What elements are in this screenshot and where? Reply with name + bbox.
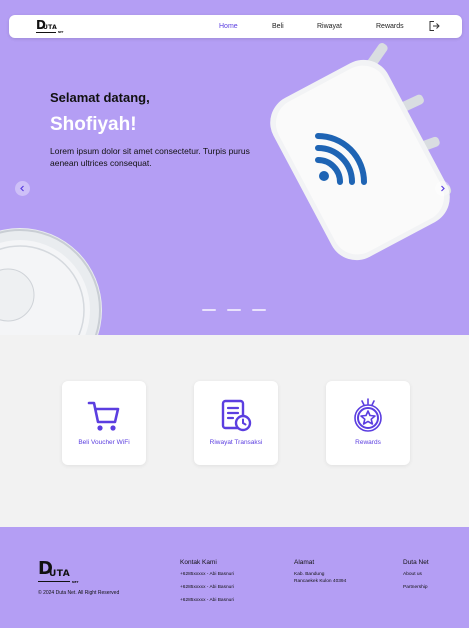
footer-logo-text: UTA [49, 569, 71, 579]
nav-riwayat[interactable]: Riwayat [317, 23, 342, 31]
carousel-dot-3[interactable] [252, 309, 266, 311]
top-navbar: D UTA NET Home Beli Riwayat Rewards [9, 15, 462, 38]
hero-description: Lorem ipsum dolor sit amet consectetur. … [50, 146, 250, 168]
footer-link-about[interactable]: About us [403, 572, 422, 578]
card-label: Riwayat Transaksi [209, 439, 263, 446]
nav-rewards[interactable]: Rewards [376, 23, 404, 31]
history-document-icon [221, 399, 252, 432]
logout-icon[interactable] [428, 20, 440, 32]
card-label: Beli Voucher WiFi [78, 439, 130, 446]
footer-contact-item[interactable]: +6285xxxxx - Abi Basnuri [180, 598, 234, 604]
carousel-prev-button[interactable] [15, 181, 30, 196]
footer-logo-subtext: NET [72, 580, 79, 584]
card-rewards[interactable]: Rewards [326, 381, 410, 465]
footer-contact-item[interactable]: +6285xxxxx - Abi Basnuri [180, 585, 234, 591]
hero-greeting: Selamat datang, [50, 90, 150, 105]
footer-logo: D UTA NET [38, 558, 79, 584]
rewards-star-icon [354, 398, 382, 432]
chevron-right-icon [441, 185, 445, 192]
nav-home[interactable]: Home [219, 23, 238, 31]
wifi-router-image [270, 43, 452, 261]
logo-text: UTA [43, 24, 58, 31]
logo-subtext: NET [58, 31, 64, 34]
footer-contact-item[interactable]: +6285xxxxx - Abi Basnuri [180, 572, 234, 578]
footer-heading-dutanet: Duta Net [403, 559, 429, 566]
card-beli-voucher[interactable]: Beli Voucher WiFi [62, 381, 146, 465]
duta-net-logo[interactable]: D UTA NET [36, 19, 66, 34]
robot-vacuum-image [0, 228, 102, 335]
hero-user-name: Shofiyah! [50, 114, 137, 135]
footer-heading-kontak: Kontak Kami [180, 559, 217, 566]
hero-banner: Selamat datang, Shofiyah! Lorem ipsum do… [0, 0, 469, 335]
nav-beli[interactable]: Beli [272, 23, 284, 31]
carousel-dot-1[interactable] [202, 309, 216, 311]
footer-copyright: © 2024 Duta Net. All Right Reserved [38, 590, 120, 596]
cart-icon [87, 401, 120, 431]
card-riwayat-transaksi[interactable]: Riwayat Transaksi [194, 381, 278, 465]
card-label: Rewards [355, 439, 381, 446]
footer-address-line: Rancaekek Kulon 40394 [294, 579, 347, 584]
carousel-dot-2[interactable] [227, 309, 241, 311]
footer-address-line: Kab. Bandung [294, 572, 325, 577]
footer-heading-alamat: Alamat [294, 559, 315, 566]
chevron-left-icon [20, 185, 24, 192]
carousel-next-button[interactable] [435, 181, 450, 196]
footer: D UTA NET © 2024 Duta Net. All Right Res… [0, 527, 469, 628]
footer-link-partnership[interactable]: Partnership [403, 585, 428, 591]
